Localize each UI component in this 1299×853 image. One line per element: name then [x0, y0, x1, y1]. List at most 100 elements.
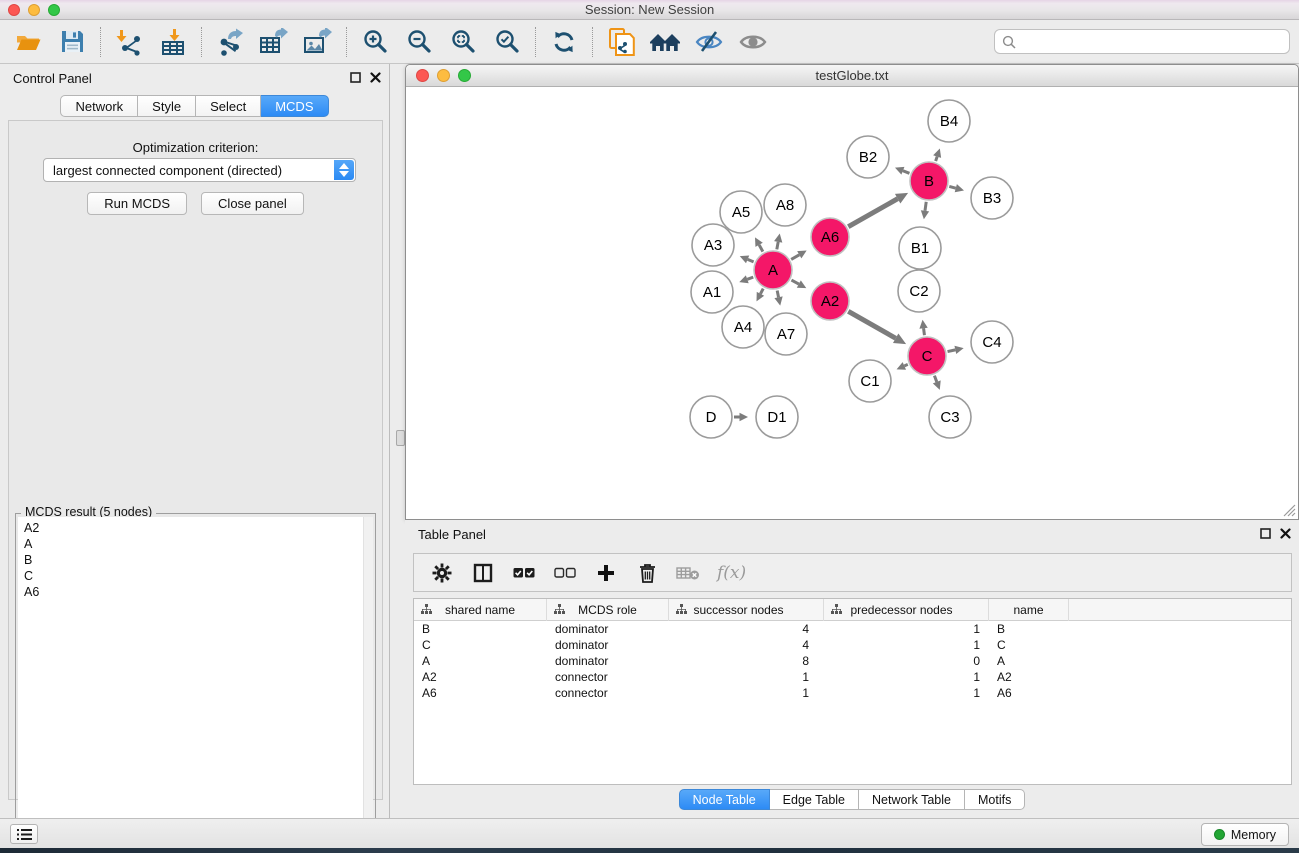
search-input[interactable]: [1020, 32, 1289, 52]
open-session-button[interactable]: [11, 25, 45, 59]
column-header-mcds-role[interactable]: MCDS role: [547, 599, 669, 621]
resize-grip-icon[interactable]: [1283, 504, 1296, 517]
tab-motifs[interactable]: Motifs: [965, 789, 1025, 810]
zoom-out-button[interactable]: [402, 25, 436, 59]
graph-node-A4[interactable]: A4: [722, 306, 764, 348]
show-column-button[interactable]: [471, 561, 495, 585]
graph-node-A5[interactable]: A5: [720, 191, 762, 233]
graph-node-A3[interactable]: A3: [692, 224, 734, 266]
result-item[interactable]: C: [24, 568, 363, 584]
function-builder-button[interactable]: f(x): [717, 563, 746, 583]
optimization-criterion-select[interactable]: largest connected component (directed): [43, 158, 356, 182]
delete-row-button[interactable]: [635, 561, 659, 585]
network-canvas[interactable]: A5A8A3A1A4A7AA6A2BB2B4B3B1CC2C4C1C3DD1: [406, 87, 1298, 519]
graph-node-C4[interactable]: C4: [971, 321, 1013, 363]
zoom-fit-button[interactable]: [446, 25, 480, 59]
graph-node-B[interactable]: B: [910, 162, 948, 200]
graph-edge-A2-C[interactable]: [848, 311, 906, 344]
result-item[interactable]: A2: [24, 520, 363, 536]
column-header-successor-nodes[interactable]: successor nodes: [669, 599, 824, 621]
new-session-button[interactable]: [604, 25, 638, 59]
add-row-button[interactable]: [594, 561, 618, 585]
result-list-scrollbar[interactable]: [363, 517, 373, 853]
vertical-splitter-handle[interactable]: [396, 430, 405, 446]
graph-edge-A-A7[interactable]: [774, 291, 782, 306]
close-panel-button[interactable]: Close panel: [201, 192, 304, 215]
graph-edge-A-A6[interactable]: [791, 251, 806, 260]
graph-node-C[interactable]: C: [908, 337, 946, 375]
graph-node-C1[interactable]: C1: [849, 360, 891, 402]
network-window-titlebar[interactable]: testGlobe.txt: [406, 65, 1298, 87]
graph-node-D[interactable]: D: [690, 396, 732, 438]
graph-edge-B-B4[interactable]: [933, 149, 941, 162]
export-network-button[interactable]: [213, 25, 247, 59]
graph-edge-C-C3[interactable]: [933, 376, 941, 390]
zoom-in-button[interactable]: [358, 25, 392, 59]
graph-edge-A-A3[interactable]: [740, 256, 754, 264]
graph-edge-A-A8[interactable]: [774, 234, 782, 250]
mcds-result-list[interactable]: A2 A B C A6: [18, 517, 363, 853]
graph-node-B1[interactable]: B1: [899, 227, 941, 269]
graph-edge-B-B2[interactable]: [895, 167, 909, 175]
import-network-button[interactable]: [112, 25, 146, 59]
unselect-all-button[interactable]: [553, 561, 577, 585]
graph-edge-A-A5[interactable]: [755, 237, 763, 251]
tab-mcds[interactable]: MCDS: [261, 95, 328, 117]
graph-node-B4[interactable]: B4: [928, 100, 970, 142]
graph-edge-C-C2[interactable]: [919, 320, 927, 335]
select-all-button[interactable]: [512, 561, 536, 585]
import-table-button[interactable]: [156, 25, 190, 59]
graph-edge-A-A2[interactable]: [791, 280, 806, 288]
table-row[interactable]: A2connector11A2: [414, 669, 1291, 685]
table-options-button[interactable]: [430, 561, 454, 585]
export-image-button[interactable]: [301, 25, 335, 59]
graph-node-D1[interactable]: D1: [756, 396, 798, 438]
table-row[interactable]: Cdominator41C: [414, 637, 1291, 653]
tab-network-table[interactable]: Network Table: [859, 789, 965, 810]
tab-network[interactable]: Network: [60, 95, 138, 117]
home-button[interactable]: [648, 25, 682, 59]
graph-node-B3[interactable]: B3: [971, 177, 1013, 219]
graph-node-C3[interactable]: C3: [929, 396, 971, 438]
run-mcds-button[interactable]: Run MCDS: [87, 192, 187, 215]
graph-node-A[interactable]: A: [754, 251, 792, 289]
graph-edge-C-C4[interactable]: [948, 346, 964, 354]
float-panel-icon[interactable]: [350, 72, 361, 83]
graph-node-A7[interactable]: A7: [765, 313, 807, 355]
refresh-button[interactable]: [547, 25, 581, 59]
graph-node-A6[interactable]: A6: [811, 218, 849, 256]
graph-edge-B-B3[interactable]: [949, 184, 964, 192]
search-field[interactable]: [994, 29, 1290, 54]
table-row[interactable]: Bdominator41B: [414, 621, 1291, 637]
graph-edge-C-C1[interactable]: [897, 362, 908, 370]
delete-table-button[interactable]: [676, 561, 700, 585]
graph-edge-B-B1[interactable]: [921, 202, 929, 219]
network-graph[interactable]: A5A8A3A1A4A7AA6A2BB2B4B3B1CC2C4C1C3DD1: [406, 87, 1298, 519]
float-panel-icon[interactable]: [1260, 528, 1271, 539]
result-item[interactable]: B: [24, 552, 363, 568]
result-item[interactable]: A: [24, 536, 363, 552]
column-header-predecessor-nodes[interactable]: predecessor nodes: [824, 599, 989, 621]
close-panel-icon[interactable]: [1280, 528, 1291, 539]
close-panel-icon[interactable]: [370, 72, 381, 83]
graph-edge-D-D1[interactable]: [734, 413, 748, 421]
task-history-button[interactable]: [10, 824, 38, 844]
tab-edge-table[interactable]: Edge Table: [770, 789, 859, 810]
graph-edge-A-A4[interactable]: [757, 289, 765, 302]
graph-edge-A6-B[interactable]: [848, 193, 908, 227]
tab-style[interactable]: Style: [138, 95, 196, 117]
graph-node-B2[interactable]: B2: [847, 136, 889, 178]
hide-graphics-details-button[interactable]: [692, 25, 726, 59]
memory-button[interactable]: Memory: [1201, 823, 1289, 846]
tab-node-table[interactable]: Node Table: [679, 789, 770, 810]
table-row[interactable]: Adominator80A: [414, 653, 1291, 669]
zoom-selected-button[interactable]: [490, 25, 524, 59]
graph-node-C2[interactable]: C2: [898, 270, 940, 312]
result-item[interactable]: A6: [24, 584, 363, 600]
table-row[interactable]: A6connector11A6: [414, 685, 1291, 701]
graph-node-A1[interactable]: A1: [691, 271, 733, 313]
column-header-shared-name[interactable]: shared name: [414, 599, 547, 621]
graph-node-A8[interactable]: A8: [764, 184, 806, 226]
export-table-button[interactable]: [257, 25, 291, 59]
tab-select[interactable]: Select: [196, 95, 261, 117]
